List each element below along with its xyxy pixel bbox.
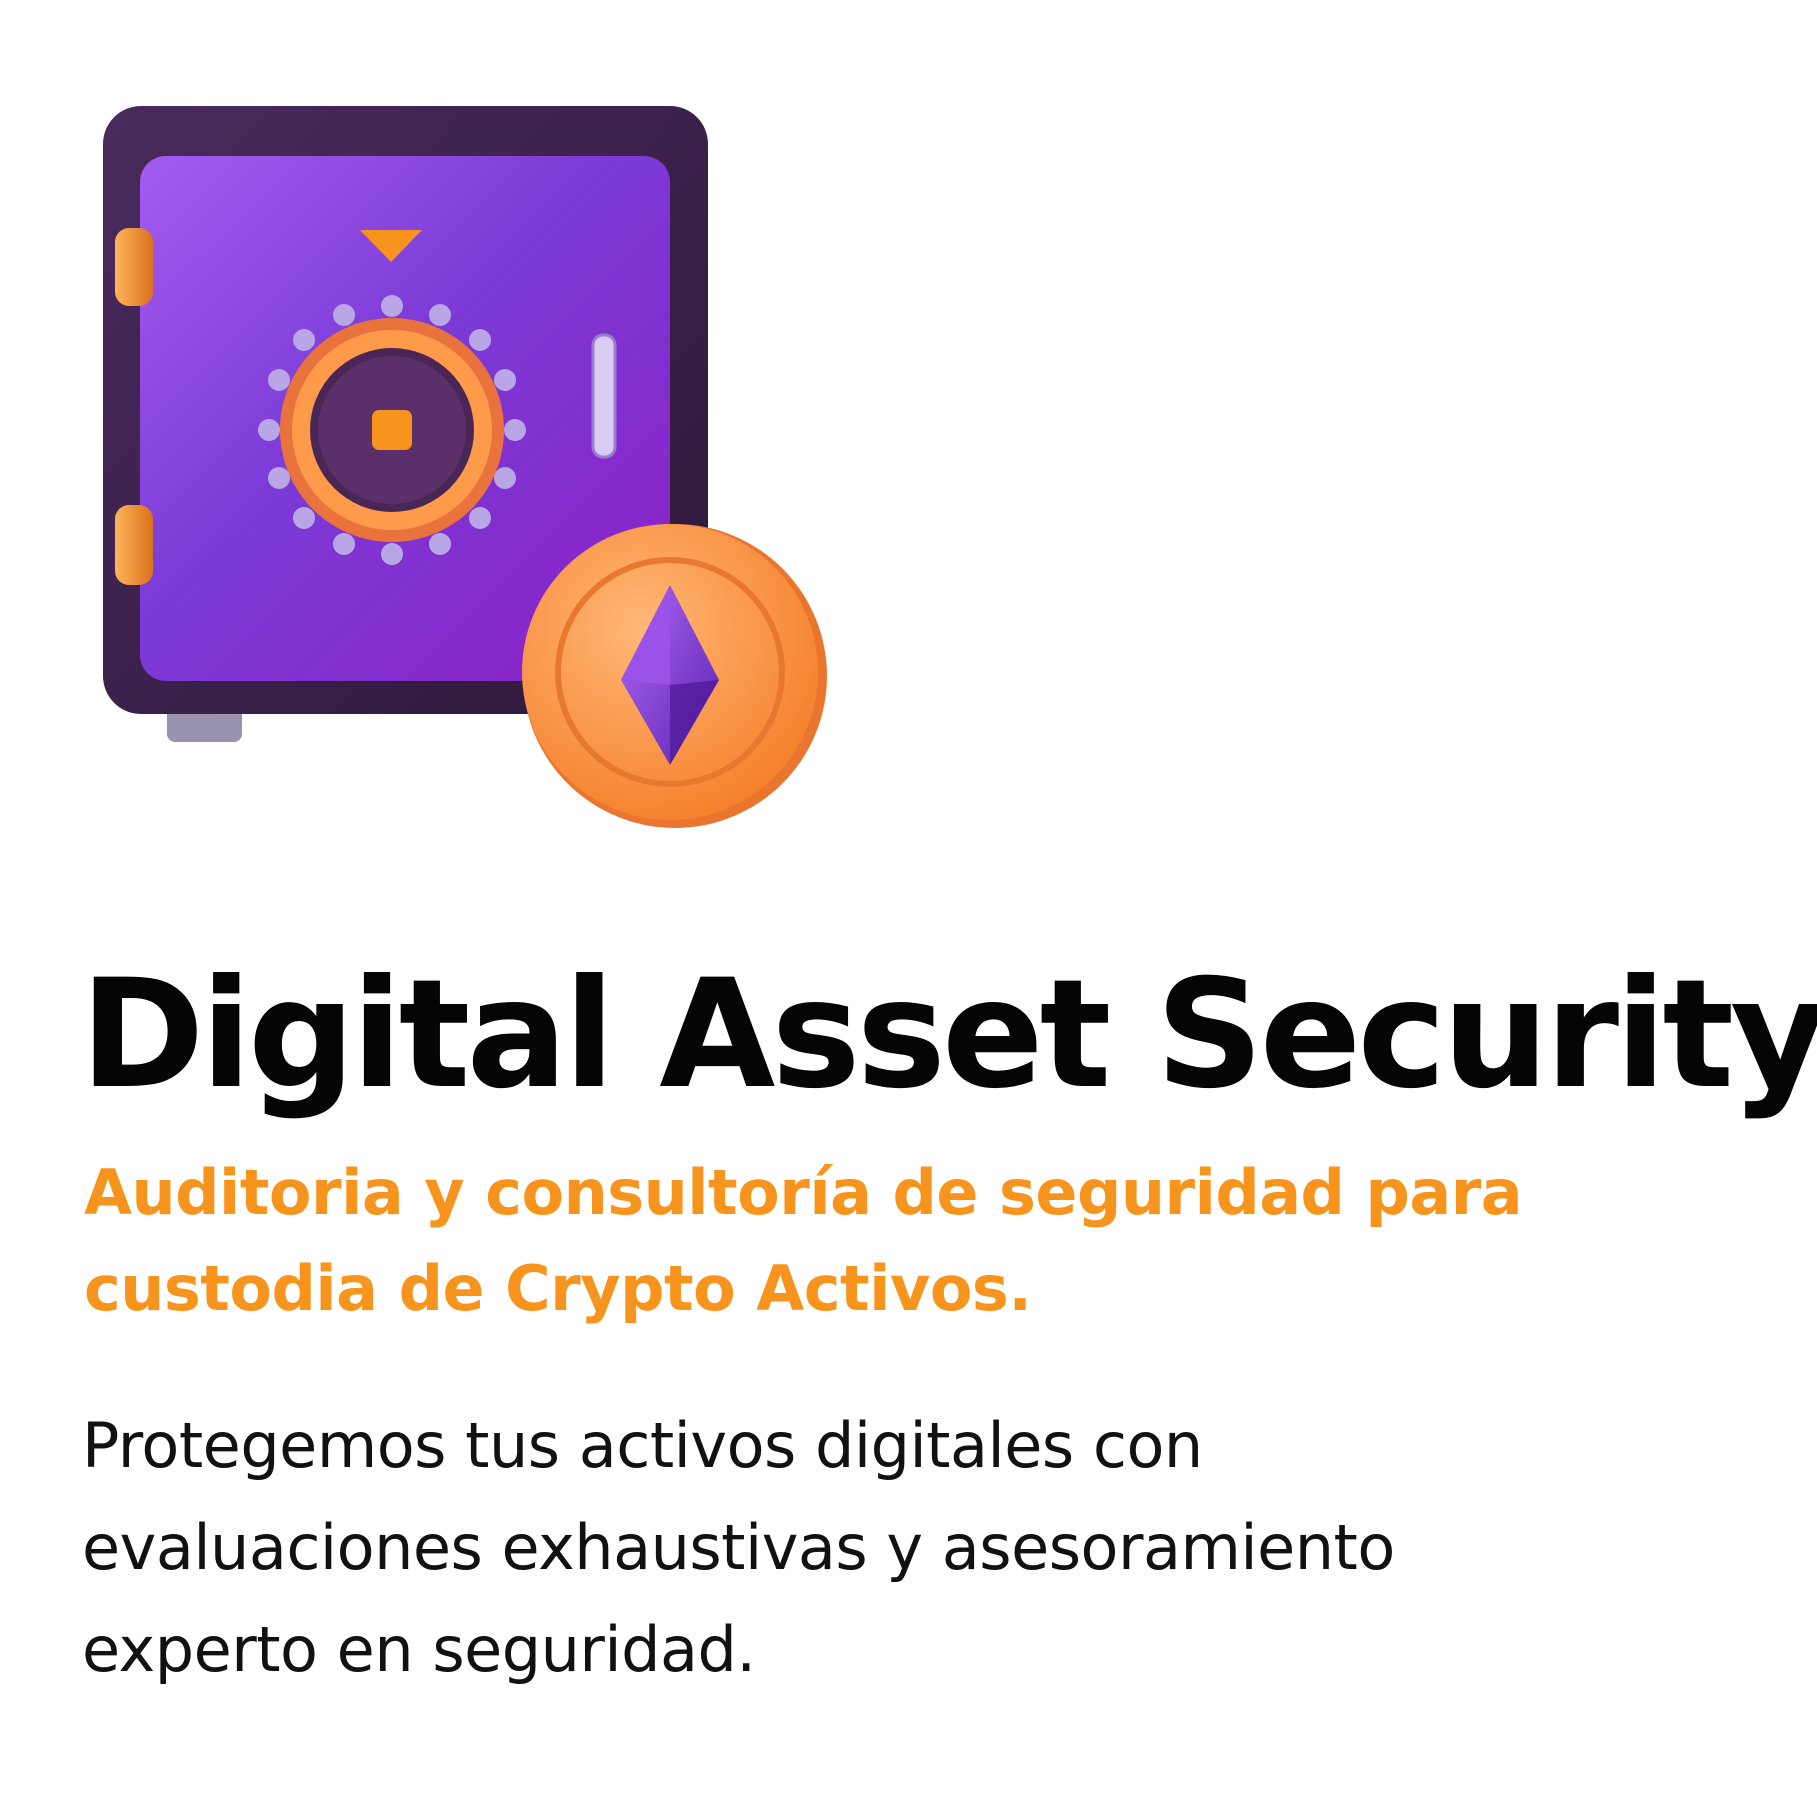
subtitle: Auditoria y consultoría de seguridad par… — [84, 1145, 1684, 1337]
description-line: evaluaciones exhaustivas y asesoramiento — [82, 1511, 1395, 1584]
hinge-bottom-icon — [115, 505, 153, 585]
hinge-top-icon — [115, 228, 153, 306]
combination-dial-icon — [258, 295, 526, 565]
safe-with-coin-illustration — [95, 100, 840, 840]
service-card: Digital Asset Security Auditoria y consu… — [0, 0, 1817, 1817]
description-line: Protegemos tus activos digitales con — [82, 1409, 1203, 1482]
safe-handle-icon — [591, 333, 617, 459]
description-line: experto en seguridad. — [82, 1613, 756, 1686]
subtitle-line: custodia de Crypto Activos. — [84, 1252, 1032, 1325]
ethereum-coin-icon — [522, 524, 827, 828]
description: Protegemos tus activos digitales con eva… — [82, 1395, 1732, 1701]
subtitle-line: Auditoria y consultoría de seguridad par… — [84, 1156, 1523, 1229]
page-title: Digital Asset Security — [80, 948, 1817, 1122]
